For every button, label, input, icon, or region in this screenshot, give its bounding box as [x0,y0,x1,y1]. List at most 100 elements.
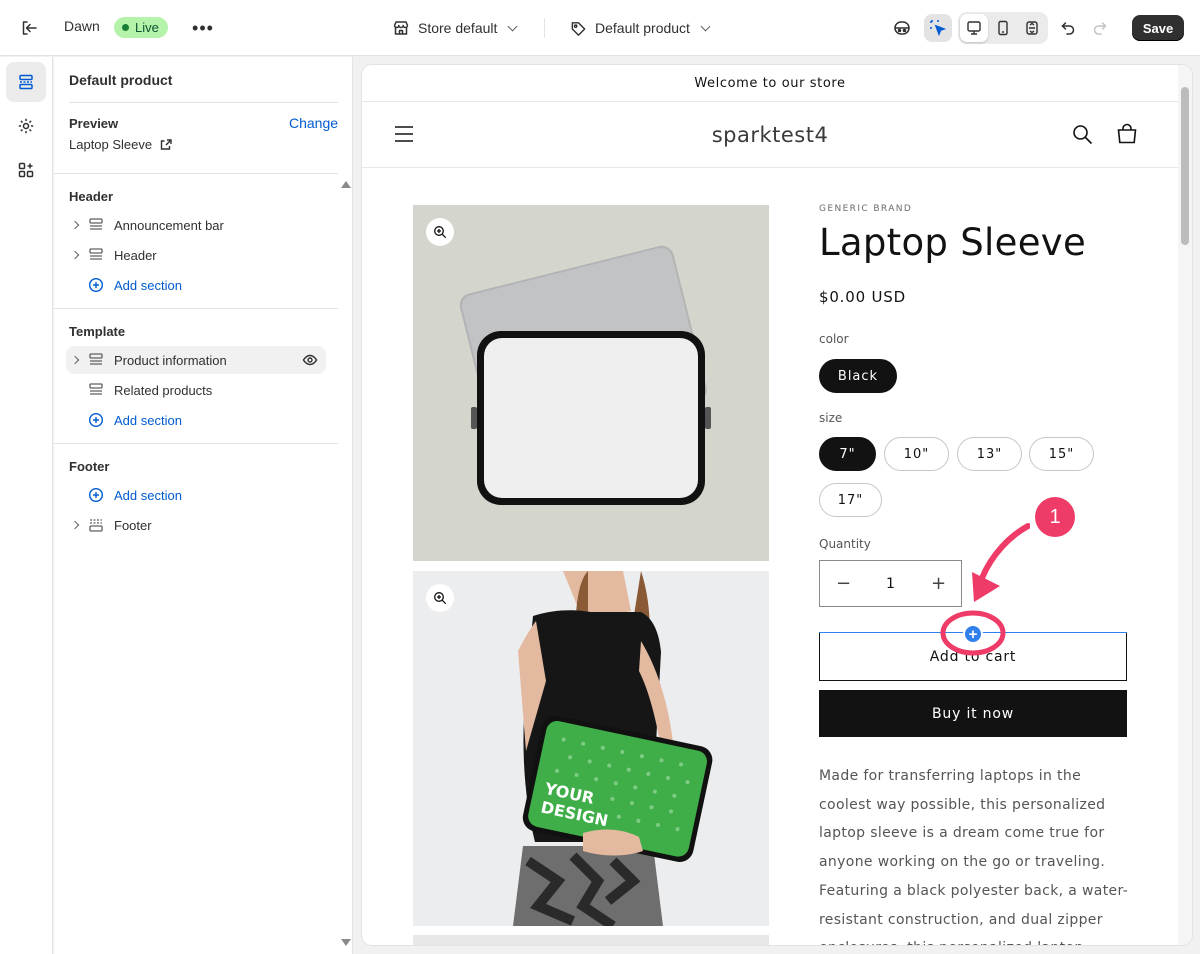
section-icon [89,248,103,260]
scroll-up-arrow-icon[interactable] [341,181,351,188]
color-option-label: color [819,332,849,346]
plus-circle-icon [88,412,104,428]
divider [54,173,338,174]
store-select[interactable]: Store default [392,16,518,40]
eye-visibility-icon[interactable] [302,352,318,371]
tag-icon [571,21,586,36]
exit-icon[interactable] [18,17,40,39]
preview-scrollbar-thumb[interactable] [1181,87,1189,245]
section-related-products[interactable]: Related products [66,376,326,404]
store-logo-text[interactable]: sparktest4 [362,123,1178,147]
zoom-icon[interactable] [426,218,454,246]
preview-scrollbar[interactable] [1178,65,1192,945]
add-section-label: Add section [114,487,182,503]
product-title: Laptop Sleeve [819,221,1087,264]
quantity-minus-button[interactable]: − [836,573,851,594]
section-header[interactable]: Header [66,241,326,269]
live-badge-label: Live [135,20,159,35]
theme-settings-gear-icon[interactable] [6,106,46,146]
more-actions-icon[interactable]: ••• [190,18,216,38]
live-dot-icon [122,24,129,31]
section-footer[interactable]: Footer [66,511,326,539]
size-option-17[interactable]: 17" [819,483,882,517]
desktop-view-icon[interactable] [960,14,988,42]
section-label: Related products [114,382,213,398]
mobile-view-icon[interactable] [989,14,1017,42]
section-label: Product information [114,352,227,368]
model-illustration: YOUR DESIGN [413,571,769,926]
section-label: Header [114,247,157,263]
section-product-information[interactable]: Product information [66,346,326,374]
change-preview-link[interactable]: Change [289,115,338,131]
size-option-label: size [819,411,843,425]
theme-name: Dawn [64,18,100,34]
product-description: Made for transferring laptops in the coo… [819,768,1129,945]
color-option-black[interactable]: Black [819,359,897,393]
chevron-down-icon [700,21,711,31]
annotation-arrow [940,523,1030,656]
search-icon[interactable] [1072,124,1093,145]
store-select-label: Store default [418,20,498,36]
section-label: Announcement bar [114,217,224,233]
section-icon [89,383,103,395]
footer-section-icon [89,519,103,532]
divider [69,102,338,103]
add-section-template-button[interactable]: Add section [66,406,326,434]
section-label: Footer [114,517,152,533]
quantity-value[interactable]: 1 [886,576,895,592]
sections-sidebar: Default product Preview Change Laptop Sl… [54,57,353,954]
chevron-down-icon [507,21,518,31]
product-price: $0.00 USD [819,288,906,306]
sidekick-icon[interactable] [888,14,916,42]
header-group-label: Header [69,189,114,204]
product-template-select[interactable]: Default product [570,16,711,40]
scroll-down-arrow-icon[interactable] [341,939,351,946]
section-announcement-bar[interactable]: Announcement bar [66,211,326,239]
sleeve-illustration [413,205,769,561]
add-section-label: Add section [114,277,182,293]
top-bar: Dawn Live ••• Store default Default prod… [0,0,1200,56]
preview-product[interactable]: Laptop Sleeve [69,137,173,152]
chevron-right-icon[interactable] [70,250,80,260]
toolbar-divider [544,18,545,38]
external-link-icon [160,139,172,150]
size-option-13[interactable]: 13" [957,437,1022,471]
product-image-sleeve[interactable] [413,205,769,561]
chevron-right-icon[interactable] [70,520,80,530]
add-section-label: Add section [114,412,182,428]
preview-product-name: Laptop Sleeve [69,137,153,152]
fullscreen-view-icon[interactable] [1018,14,1046,42]
size-option-10[interactable]: 10" [884,437,949,471]
add-section-footer-button[interactable]: Add section [66,481,326,509]
announcement-bar[interactable]: Welcome to our store [362,65,1178,102]
divider [54,308,338,309]
size-option-7[interactable]: 7" [819,437,876,471]
zoom-icon[interactable] [426,584,454,612]
store-header[interactable]: sparktest4 [362,103,1178,168]
chevron-right-icon[interactable] [70,355,80,365]
quantity-label: Quantity [819,537,871,551]
footer-group-label: Footer [69,459,110,474]
cart-icon[interactable] [1115,122,1139,146]
chevron-right-icon[interactable] [70,220,80,230]
size-option-15[interactable]: 15" [1029,437,1094,471]
redo-icon[interactable] [1086,14,1114,42]
divider [54,443,338,444]
plus-circle-icon [88,487,104,503]
sections-icon[interactable] [6,62,46,102]
sidebar-title: Default product [69,72,173,88]
product-image-model[interactable]: YOUR DESIGN [413,571,769,926]
app-embeds-icon[interactable] [6,150,46,190]
preview-label: Preview [69,116,119,131]
store-icon [393,21,409,35]
editor-nav-rail [0,57,53,954]
save-button[interactable]: Save [1132,15,1184,41]
device-toggle-group [958,12,1048,44]
live-status-badge: Live [114,17,168,38]
inspector-cursor-icon[interactable] [924,14,952,42]
add-section-header-button[interactable]: Add section [66,271,326,299]
buy-it-now-button[interactable]: Buy it now [819,690,1127,737]
undo-icon[interactable] [1054,14,1082,42]
section-icon [89,218,103,230]
product-image-third[interactable] [413,935,769,945]
